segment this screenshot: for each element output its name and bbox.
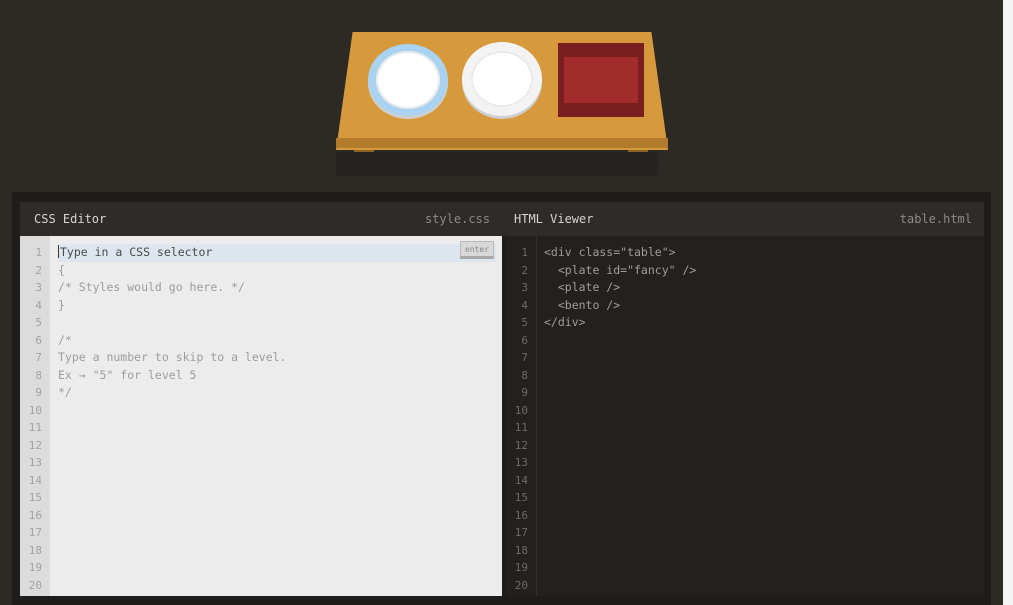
code-line: Type a number to skip to a level. [58,350,287,364]
css-editor-filename: style.css [424,212,490,226]
html-code: <div class="table"> <plate id="fancy" />… [544,244,978,332]
html-line-plate[interactable]: <plate /> [544,279,978,297]
plate-inner [471,51,533,107]
html-viewer-filename: table.html [899,212,972,226]
css-editor-header: CSS Editor style.css [20,202,502,236]
code-line: { [58,262,65,277]
text-caret [58,245,59,258]
css-editor-title: CSS Editor [34,212,107,226]
html-line-table-close[interactable]: </div> [544,314,978,332]
html-viewer-header: HTML Viewer table.html [502,202,984,236]
editor-area: CSS Editor style.css HTML Viewer table.h… [12,192,991,605]
page-margin [1003,0,1013,605]
plate[interactable] [462,42,542,116]
html-viewer: 1 2 3 4 5 6 7 8 9 10 11 12 13 14 15 16 1… [506,236,984,596]
css-code: Type in a CSS selector { /* Styles would… [58,244,496,402]
code-line: } [58,297,65,312]
enter-button[interactable]: enter [460,241,494,259]
table-edge [336,138,668,148]
html-line-table[interactable]: <div class="table"> [544,244,978,262]
css-line-numbers: 1 2 3 4 5 6 7 8 9 10 11 12 13 14 15 16 1… [20,236,50,596]
fancy-plate-inner [376,51,440,109]
code-line: /* Styles would go here. */ [58,280,245,294]
html-line-fancy-plate[interactable]: <plate id="fancy" /> [544,262,978,280]
code-line: /* [58,332,72,347]
css-editor: 1 2 3 4 5 6 7 8 9 10 11 12 13 14 15 16 1… [20,236,502,596]
html-line-bento[interactable]: <bento /> [544,297,978,315]
html-line-numbers: 1 2 3 4 5 6 7 8 9 10 11 12 13 14 15 16 1… [506,236,537,596]
bento-inner [564,57,638,103]
html-viewer-title: HTML Viewer [514,212,594,226]
css-selector-input[interactable]: Type in a CSS selector [58,244,496,262]
code-line: */ [58,385,72,399]
css-selector-placeholder: Type in a CSS selector [60,245,213,259]
fancy-plate[interactable] [368,44,448,116]
bento[interactable] [558,43,644,117]
table-scene [320,20,680,190]
table-shadow [336,152,658,176]
code-line: Ex → "5" for level 5 [58,367,197,382]
game-stage: CSS Editor style.css HTML Viewer table.h… [0,0,1003,605]
